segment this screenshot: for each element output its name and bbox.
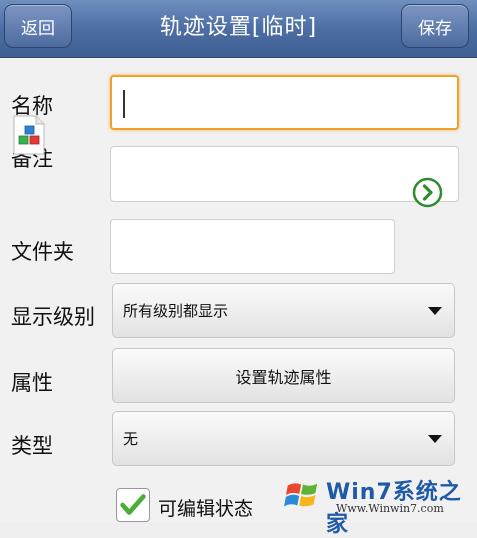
type-select[interactable]: 无 — [112, 411, 455, 466]
folder-label: 文件夹 — [11, 240, 74, 264]
triangle-down-icon — [428, 306, 442, 315]
set-track-attributes-label: 设置轨迹属性 — [235, 367, 332, 387]
display-level-select[interactable]: 所有级别都显示 — [112, 283, 455, 338]
note-blocks-icon[interactable] — [12, 114, 46, 156]
type-value: 无 — [123, 430, 139, 448]
watermark-url: Www.Winwin7.com — [336, 502, 444, 515]
back-button[interactable]: 返回 — [4, 4, 72, 48]
name-input[interactable] — [110, 75, 459, 130]
text-caret — [123, 90, 125, 118]
checkmark-icon — [120, 494, 146, 515]
save-button[interactable]: 保存 — [401, 4, 469, 48]
windows-logo-icon — [284, 483, 318, 507]
note-input[interactable] — [110, 146, 459, 202]
page-title: 轨迹设置[临时] — [159, 15, 318, 40]
editable-label: 可编辑状态 — [158, 498, 254, 520]
folder-input[interactable] — [110, 219, 395, 274]
watermark: Win7系统之家 Www.Winwin7.com — [282, 470, 474, 537]
triangle-down-icon — [428, 434, 442, 443]
type-label: 类型 — [11, 434, 53, 458]
editable-checkbox[interactable] — [116, 488, 150, 522]
display-level-label: 显示级别 — [11, 305, 95, 329]
display-level-value: 所有级别都显示 — [123, 302, 229, 320]
set-track-attributes-button[interactable]: 设置轨迹属性 — [112, 348, 455, 403]
attributes-label: 属性 — [11, 371, 53, 395]
arrow-right-circle-icon[interactable] — [412, 177, 443, 208]
title-bar: 返回 轨迹设置[临时] 保存 — [0, 0, 477, 58]
